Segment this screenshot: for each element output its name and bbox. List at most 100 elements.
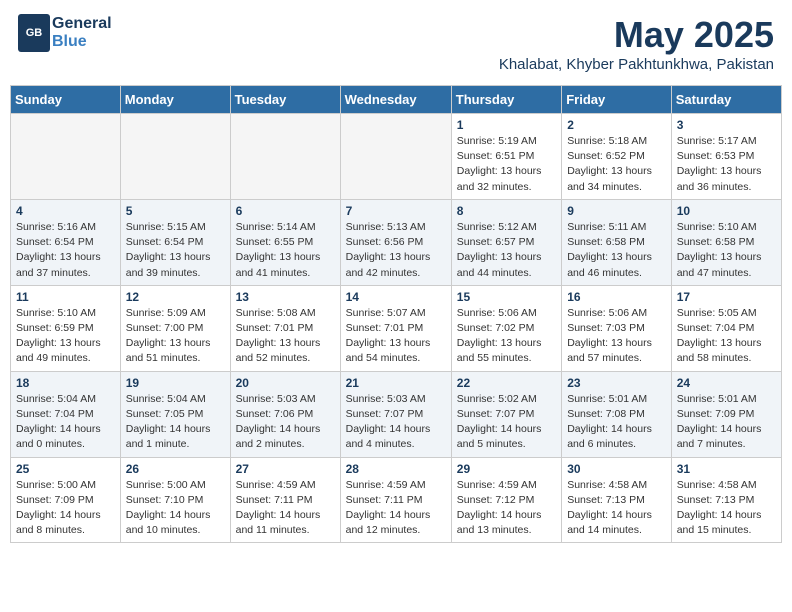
- day-number: 14: [346, 290, 446, 304]
- day-number: 16: [567, 290, 666, 304]
- day-number: 11: [16, 290, 115, 304]
- day-number: 6: [236, 204, 335, 218]
- day-number: 4: [16, 204, 115, 218]
- day-info: Sunrise: 5:00 AMSunset: 7:10 PMDaylight:…: [126, 478, 225, 539]
- calendar-day-cell: 17 Sunrise: 5:05 AMSunset: 7:04 PMDayligh…: [671, 285, 781, 371]
- calendar-day-cell: 12 Sunrise: 5:09 AMSunset: 7:00 PMDayligh…: [120, 285, 230, 371]
- calendar-day-cell: 1 Sunrise: 5:19 AMSunset: 6:51 PMDaylight…: [451, 114, 561, 200]
- calendar-day-cell: [120, 114, 230, 200]
- day-number: 31: [677, 462, 776, 476]
- calendar-week-row: 11 Sunrise: 5:10 AMSunset: 6:59 PMDayligh…: [11, 285, 782, 371]
- day-number: 13: [236, 290, 335, 304]
- calendar-day-cell: 11 Sunrise: 5:10 AMSunset: 6:59 PMDayligh…: [11, 285, 121, 371]
- title-section: May 2025 Khalabat, Khyber Pakhtunkhwa, P…: [499, 14, 774, 73]
- logo-icon: GB: [18, 14, 50, 52]
- day-number: 27: [236, 462, 335, 476]
- calendar-day-cell: 6 Sunrise: 5:14 AMSunset: 6:55 PMDaylight…: [230, 199, 340, 285]
- calendar-table: SundayMondayTuesdayWednesdayThursdayFrid…: [10, 85, 782, 543]
- day-number: 17: [677, 290, 776, 304]
- calendar-day-cell: 5 Sunrise: 5:15 AMSunset: 6:54 PMDaylight…: [120, 199, 230, 285]
- day-info: Sunrise: 5:01 AMSunset: 7:08 PMDaylight:…: [567, 392, 666, 453]
- day-info: Sunrise: 5:00 AMSunset: 7:09 PMDaylight:…: [16, 478, 115, 539]
- calendar-day-cell: 23 Sunrise: 5:01 AMSunset: 7:08 PMDayligh…: [562, 371, 672, 457]
- month-title: May 2025: [499, 14, 774, 56]
- day-info: Sunrise: 5:09 AMSunset: 7:00 PMDaylight:…: [126, 306, 225, 367]
- day-number: 3: [677, 118, 776, 132]
- day-info: Sunrise: 5:14 AMSunset: 6:55 PMDaylight:…: [236, 220, 335, 281]
- day-number: 29: [457, 462, 556, 476]
- day-info: Sunrise: 5:05 AMSunset: 7:04 PMDaylight:…: [677, 306, 776, 367]
- weekday-header: Monday: [120, 86, 230, 114]
- calendar-day-cell: 10 Sunrise: 5:10 AMSunset: 6:58 PMDayligh…: [671, 199, 781, 285]
- calendar-day-cell: 2 Sunrise: 5:18 AMSunset: 6:52 PMDaylight…: [562, 114, 672, 200]
- day-info: Sunrise: 5:03 AMSunset: 7:07 PMDaylight:…: [346, 392, 446, 453]
- day-number: 21: [346, 376, 446, 390]
- day-number: 9: [567, 204, 666, 218]
- day-info: Sunrise: 5:17 AMSunset: 6:53 PMDaylight:…: [677, 134, 776, 195]
- logo-general-text: General: [52, 15, 112, 33]
- calendar-day-cell: 13 Sunrise: 5:08 AMSunset: 7:01 PMDayligh…: [230, 285, 340, 371]
- calendar-day-cell: 18Sunrise: 5:04 AMSunset: 7:04 PMDayligh…: [11, 371, 121, 457]
- weekday-header: Sunday: [11, 86, 121, 114]
- calendar-day-cell: 28 Sunrise: 4:59 AMSunset: 7:11 PMDayligh…: [340, 457, 451, 543]
- calendar-day-cell: [11, 114, 121, 200]
- logo-blue-text: Blue: [52, 33, 112, 51]
- calendar-day-cell: 16 Sunrise: 5:06 AMSunset: 7:03 PMDayligh…: [562, 285, 672, 371]
- day-info: Sunrise: 5:04 AMSunset: 7:05 PMDaylight:…: [126, 392, 225, 453]
- day-info: Sunrise: 5:11 AMSunset: 6:58 PMDaylight:…: [567, 220, 666, 281]
- calendar-day-cell: 19Sunrise: 5:04 AMSunset: 7:05 PMDayligh…: [120, 371, 230, 457]
- weekday-header: Tuesday: [230, 86, 340, 114]
- day-number: 28: [346, 462, 446, 476]
- calendar-week-row: 4 Sunrise: 5:16 AMSunset: 6:54 PMDaylight…: [11, 199, 782, 285]
- day-info: Sunrise: 5:15 AMSunset: 6:54 PMDaylight:…: [126, 220, 225, 281]
- day-number: 7: [346, 204, 446, 218]
- weekday-header: Wednesday: [340, 86, 451, 114]
- calendar-day-cell: 21 Sunrise: 5:03 AMSunset: 7:07 PMDayligh…: [340, 371, 451, 457]
- day-info: Sunrise: 5:03 AMSunset: 7:06 PMDaylight:…: [236, 392, 335, 453]
- day-number: 26: [126, 462, 225, 476]
- calendar-header-row: SundayMondayTuesdayWednesdayThursdayFrid…: [11, 86, 782, 114]
- calendar-day-cell: 20Sunrise: 5:03 AMSunset: 7:06 PMDayligh…: [230, 371, 340, 457]
- weekday-header: Thursday: [451, 86, 561, 114]
- calendar-day-cell: 14Sunrise: 5:07 AMSunset: 7:01 PMDayligh…: [340, 285, 451, 371]
- day-info: Sunrise: 5:06 AMSunset: 7:03 PMDaylight:…: [567, 306, 666, 367]
- calendar-day-cell: 4 Sunrise: 5:16 AMSunset: 6:54 PMDaylight…: [11, 199, 121, 285]
- day-info: Sunrise: 4:59 AMSunset: 7:12 PMDaylight:…: [457, 478, 556, 539]
- calendar-day-cell: 29 Sunrise: 4:59 AMSunset: 7:12 PMDayligh…: [451, 457, 561, 543]
- day-info: Sunrise: 5:16 AMSunset: 6:54 PMDaylight:…: [16, 220, 115, 281]
- day-info: Sunrise: 4:58 AMSunset: 7:13 PMDaylight:…: [677, 478, 776, 539]
- day-number: 5: [126, 204, 225, 218]
- day-info: Sunrise: 5:10 AMSunset: 6:58 PMDaylight:…: [677, 220, 776, 281]
- day-info: Sunrise: 5:10 AMSunset: 6:59 PMDaylight:…: [16, 306, 115, 367]
- weekday-header: Friday: [562, 86, 672, 114]
- day-number: 23: [567, 376, 666, 390]
- logo: GB General Blue: [18, 14, 112, 52]
- calendar-day-cell: 9 Sunrise: 5:11 AMSunset: 6:58 PMDaylight…: [562, 199, 672, 285]
- day-info: Sunrise: 4:59 AMSunset: 7:11 PMDaylight:…: [346, 478, 446, 539]
- calendar-day-cell: 26 Sunrise: 5:00 AMSunset: 7:10 PMDayligh…: [120, 457, 230, 543]
- day-info: Sunrise: 5:08 AMSunset: 7:01 PMDaylight:…: [236, 306, 335, 367]
- day-number: 1: [457, 118, 556, 132]
- day-info: Sunrise: 5:01 AMSunset: 7:09 PMDaylight:…: [677, 392, 776, 453]
- calendar-week-row: 18Sunrise: 5:04 AMSunset: 7:04 PMDayligh…: [11, 371, 782, 457]
- page-header: GB General Blue May 2025 Khalabat, Khybe…: [10, 10, 782, 77]
- day-info: Sunrise: 5:19 AMSunset: 6:51 PMDaylight:…: [457, 134, 556, 195]
- svg-text:GB: GB: [26, 27, 43, 39]
- day-info: Sunrise: 5:02 AMSunset: 7:07 PMDaylight:…: [457, 392, 556, 453]
- day-info: Sunrise: 4:59 AMSunset: 7:11 PMDaylight:…: [236, 478, 335, 539]
- weekday-header: Saturday: [671, 86, 781, 114]
- calendar-day-cell: 22Sunrise: 5:02 AMSunset: 7:07 PMDayligh…: [451, 371, 561, 457]
- calendar-week-row: 1 Sunrise: 5:19 AMSunset: 6:51 PMDaylight…: [11, 114, 782, 200]
- day-number: 2: [567, 118, 666, 132]
- day-number: 30: [567, 462, 666, 476]
- day-number: 12: [126, 290, 225, 304]
- day-number: 10: [677, 204, 776, 218]
- day-info: Sunrise: 4:58 AMSunset: 7:13 PMDaylight:…: [567, 478, 666, 539]
- calendar-day-cell: [230, 114, 340, 200]
- day-number: 8: [457, 204, 556, 218]
- calendar-day-cell: 7Sunrise: 5:13 AMSunset: 6:56 PMDaylight…: [340, 199, 451, 285]
- day-info: Sunrise: 5:12 AMSunset: 6:57 PMDaylight:…: [457, 220, 556, 281]
- day-info: Sunrise: 5:18 AMSunset: 6:52 PMDaylight:…: [567, 134, 666, 195]
- day-number: 25: [16, 462, 115, 476]
- calendar-day-cell: 27 Sunrise: 4:59 AMSunset: 7:11 PMDayligh…: [230, 457, 340, 543]
